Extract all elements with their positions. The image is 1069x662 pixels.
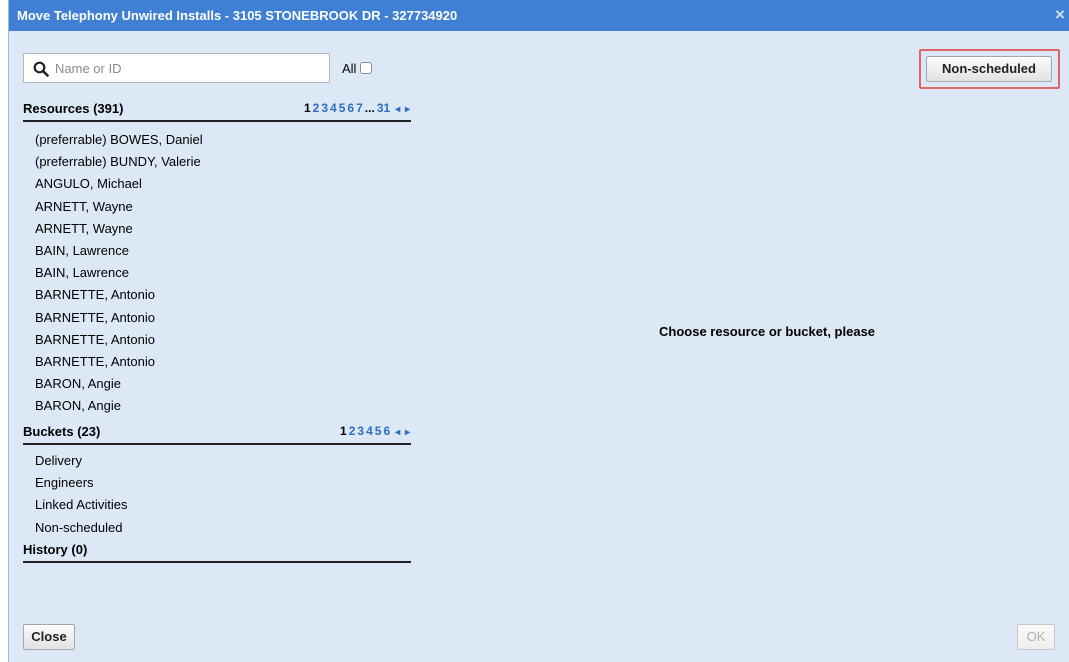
resources-page-link[interactable]: 4 xyxy=(330,101,337,115)
bucket-item[interactable]: Linked Activities xyxy=(35,494,128,516)
buckets-page-link[interactable]: 4 xyxy=(366,424,373,438)
bucket-item[interactable]: Delivery xyxy=(35,450,128,472)
history-title: History (0) xyxy=(23,542,88,557)
resource-item[interactable]: ANGULO, Michael xyxy=(35,173,203,195)
resource-item[interactable]: BAIN, Lawrence xyxy=(35,240,203,262)
resources-title: Resources (391) xyxy=(23,101,124,116)
search-field[interactable] xyxy=(23,53,330,83)
resources-page-current: 1 xyxy=(303,101,311,115)
resources-page-link[interactable]: 6 xyxy=(347,101,354,115)
resources-page-link[interactable]: 2 xyxy=(313,101,320,115)
search-icon xyxy=(33,61,49,77)
resources-page-link[interactable]: 5 xyxy=(339,101,346,115)
resource-item[interactable]: ARNETT, Wayne xyxy=(35,196,203,218)
buckets-page-link[interactable]: 5 xyxy=(375,424,382,438)
all-checkbox[interactable] xyxy=(360,62,372,74)
history-header: History (0) xyxy=(23,540,411,563)
close-button[interactable]: Close xyxy=(23,624,75,650)
buckets-pager: 1 2 3 4 5 6 ◂ ▸ xyxy=(340,424,411,438)
bucket-item[interactable]: Non-scheduled xyxy=(35,517,128,539)
resource-item[interactable]: (preferrable) BUNDY, Valerie xyxy=(35,151,203,173)
resource-item[interactable]: BARNETTE, Antonio xyxy=(35,284,203,306)
close-icon[interactable]: × xyxy=(1053,5,1067,25)
resources-page-link[interactable]: 3 xyxy=(321,101,328,115)
dialog-title: Move Telephony Unwired Installs - 3105 S… xyxy=(17,8,458,23)
all-label: All xyxy=(342,61,357,76)
buckets-page-link[interactable]: 2 xyxy=(349,424,356,438)
search-input[interactable] xyxy=(55,58,323,78)
buckets-title: Buckets (23) xyxy=(23,424,101,439)
resources-page-link[interactable]: 7 xyxy=(356,101,363,115)
resource-item[interactable]: BAIN, Lawrence xyxy=(35,262,203,284)
buckets-list: Delivery Engineers Linked Activities Non… xyxy=(35,450,128,539)
resource-item[interactable]: BARNETTE, Antonio xyxy=(35,307,203,329)
buckets-header: Buckets (23) 1 2 3 4 5 6 ◂ ▸ xyxy=(23,422,411,445)
resources-list: (preferrable) BOWES, Daniel (preferrable… xyxy=(35,129,203,417)
resources-header: Resources (391) 1 2 3 4 5 6 7... 31 ◂ ▸ xyxy=(23,99,411,122)
resources-page-ellipsis: ... xyxy=(364,101,375,115)
buckets-page-link[interactable]: 3 xyxy=(357,424,364,438)
choose-resource-message: Choose resource or bucket, please xyxy=(659,324,876,339)
buckets-pager-arrows-icon[interactable]: ◂ ▸ xyxy=(395,427,411,438)
resource-item[interactable]: BARNETTE, Antonio xyxy=(35,329,203,351)
resources-page-last[interactable]: 31 xyxy=(377,101,390,115)
resource-item[interactable]: BARON, Angie xyxy=(35,395,203,417)
resource-item[interactable]: ARNETT, Wayne xyxy=(35,218,203,240)
resource-item[interactable]: (preferrable) BOWES, Daniel xyxy=(35,129,203,151)
ok-button[interactable]: OK xyxy=(1017,624,1055,650)
dialog-title-bar: Move Telephony Unwired Installs - 3105 S… xyxy=(9,0,1069,31)
resource-item[interactable]: BARNETTE, Antonio xyxy=(35,351,203,373)
resources-pager-arrows-icon[interactable]: ◂ ▸ xyxy=(395,104,411,115)
move-activity-dialog: Move Telephony Unwired Installs - 3105 S… xyxy=(8,0,1069,662)
buckets-page-current: 1 xyxy=(340,424,347,438)
resources-pager: 1 2 3 4 5 6 7... 31 ◂ ▸ xyxy=(304,101,411,115)
non-scheduled-button[interactable]: Non-scheduled xyxy=(926,56,1052,82)
resource-item[interactable]: BARON, Angie xyxy=(35,373,203,395)
buckets-page-link[interactable]: 6 xyxy=(383,424,390,438)
bucket-item[interactable]: Engineers xyxy=(35,472,128,494)
